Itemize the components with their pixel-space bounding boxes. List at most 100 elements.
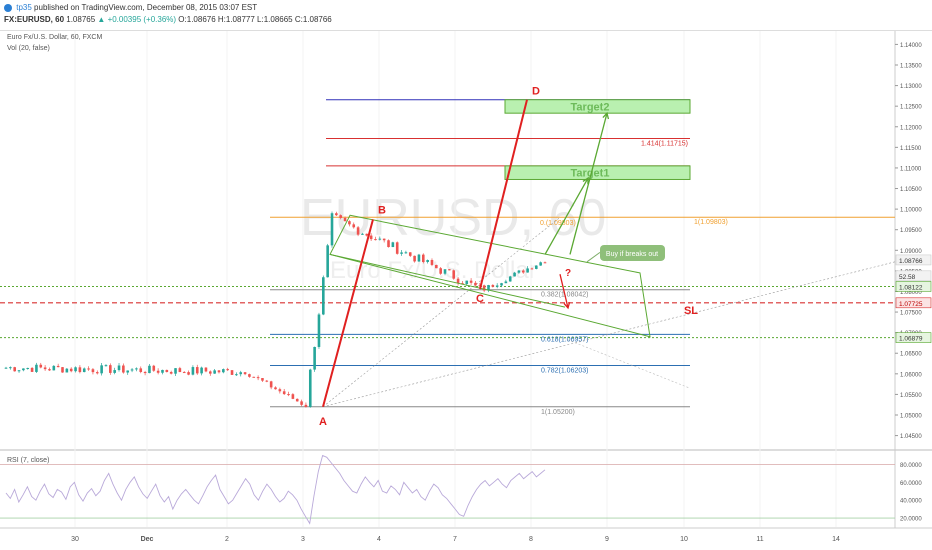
candle-body bbox=[374, 239, 377, 241]
fib-level-label: 0.618(1.06957) bbox=[541, 336, 588, 343]
candle-body bbox=[239, 372, 243, 375]
candle-body bbox=[252, 376, 256, 378]
volume-indicator-label[interactable]: Vol (20, false) bbox=[7, 45, 50, 52]
last-price: 1.08765 bbox=[66, 15, 96, 24]
price-tick-label: 1.05000 bbox=[900, 414, 922, 420]
candle-body bbox=[300, 401, 303, 405]
candle-body bbox=[256, 377, 260, 379]
candle-body bbox=[365, 233, 369, 236]
candle-body bbox=[317, 314, 321, 347]
time-tick-label: 8 bbox=[529, 536, 533, 543]
time-tick-label: 2 bbox=[225, 536, 229, 543]
up-arrow-icon: ▲ bbox=[97, 15, 106, 24]
candle-body bbox=[226, 369, 229, 371]
time-tick-label: 4 bbox=[377, 536, 381, 543]
fib-level-label: 1(1.05200) bbox=[541, 409, 575, 416]
fib-level-label: 1(1.09803) bbox=[694, 219, 728, 226]
price-tick-label: 1.11000 bbox=[900, 166, 922, 172]
candle-body bbox=[139, 368, 143, 372]
price-tick-label: 1.09000 bbox=[900, 249, 922, 255]
fib-level-label: 1.414(1.11715) bbox=[641, 141, 688, 148]
price-tick-label: 1.10500 bbox=[900, 187, 922, 193]
price-badge-label: 1.08766 bbox=[899, 258, 923, 265]
candle-body bbox=[513, 272, 516, 277]
candle-body bbox=[308, 369, 312, 407]
candle-body bbox=[452, 270, 456, 279]
symbol-label: FX:EURUSD, 60 bbox=[4, 15, 65, 24]
candle-body bbox=[213, 370, 216, 374]
candle-body bbox=[235, 374, 238, 376]
candle-body bbox=[274, 387, 277, 390]
candle-body bbox=[435, 264, 438, 269]
candle-body bbox=[91, 369, 95, 373]
candle-body bbox=[491, 285, 495, 287]
candle-body bbox=[391, 242, 395, 248]
candle-body bbox=[78, 367, 82, 373]
candle-body bbox=[178, 368, 182, 373]
price-tick-label: 1.11500 bbox=[900, 146, 922, 152]
candle-body bbox=[208, 371, 212, 374]
candle-body bbox=[417, 254, 421, 262]
price-tick-label: 1.06500 bbox=[900, 352, 922, 358]
candle-body bbox=[295, 398, 299, 402]
candle-body bbox=[187, 372, 190, 375]
candle-body bbox=[122, 365, 125, 373]
time-tick-label: 9 bbox=[605, 536, 609, 543]
candle-body bbox=[335, 213, 338, 216]
price-badge-label: 1.07725 bbox=[899, 301, 923, 308]
rsi-tick-label: 80.0000 bbox=[900, 463, 922, 469]
candle-body bbox=[465, 280, 469, 284]
candle-body bbox=[161, 369, 164, 373]
candle-body bbox=[135, 368, 138, 370]
candle-body bbox=[269, 381, 273, 388]
candle-body bbox=[148, 365, 151, 374]
candle-body bbox=[322, 277, 325, 315]
price-tick-label: 1.10000 bbox=[900, 208, 922, 214]
price-tick-label: 1.14000 bbox=[900, 43, 922, 49]
candle-body bbox=[304, 404, 308, 407]
candle-body bbox=[13, 367, 16, 372]
candle-body bbox=[261, 378, 264, 381]
price-badge-label: 1.06879 bbox=[899, 336, 923, 343]
candle-body bbox=[217, 370, 221, 373]
candle-body bbox=[69, 368, 73, 372]
time-tick-label: 3 bbox=[301, 536, 305, 543]
fib-zero-label: 0.(1.09803) bbox=[540, 220, 576, 227]
time-tick-label: Dec bbox=[141, 536, 154, 543]
candle-body bbox=[26, 367, 30, 369]
price-tick-label: 1.07500 bbox=[900, 311, 922, 317]
rsi-indicator-label[interactable]: RSI (7, close) bbox=[7, 457, 49, 464]
candle-body bbox=[82, 368, 86, 373]
candle-body bbox=[48, 369, 51, 371]
candle-body bbox=[130, 369, 134, 371]
pair-name-label: Euro Fx/U.S. Dollar, 60, FXCM bbox=[7, 34, 103, 41]
candle-body bbox=[174, 368, 177, 374]
author-link[interactable]: tp35 bbox=[16, 3, 32, 12]
candle-body bbox=[439, 268, 442, 274]
price-tick-label: 1.13500 bbox=[900, 64, 922, 70]
question-mark: ? bbox=[565, 268, 571, 279]
candle-body bbox=[521, 270, 525, 273]
candle-body bbox=[95, 372, 99, 374]
candle-body bbox=[35, 364, 38, 372]
price-tick-label: 1.04500 bbox=[900, 434, 922, 440]
candle-body bbox=[113, 370, 116, 373]
publish-info: published on TradingView.com, December 0… bbox=[34, 3, 258, 12]
candle-body bbox=[356, 227, 360, 235]
candle-body bbox=[195, 367, 199, 374]
candle-body bbox=[9, 367, 12, 369]
candle-body bbox=[87, 368, 90, 370]
pattern-point-d: D bbox=[532, 86, 540, 98]
candle-body bbox=[421, 254, 425, 263]
candle-body bbox=[508, 276, 512, 282]
candle-body bbox=[395, 242, 399, 254]
candle-body bbox=[243, 372, 247, 375]
chart-area: EURUSD, 60 Euro Fx/U.S. Dollar 30 Dec 2 3 4 7 8 9… bbox=[0, 0, 932, 550]
candle-body bbox=[43, 367, 47, 370]
price-tick-label: 1.12000 bbox=[900, 125, 922, 131]
candle-body bbox=[526, 268, 529, 273]
candle-body bbox=[443, 269, 447, 274]
candle-body bbox=[469, 280, 473, 283]
candle-body bbox=[539, 262, 542, 266]
candle-body bbox=[495, 285, 499, 287]
